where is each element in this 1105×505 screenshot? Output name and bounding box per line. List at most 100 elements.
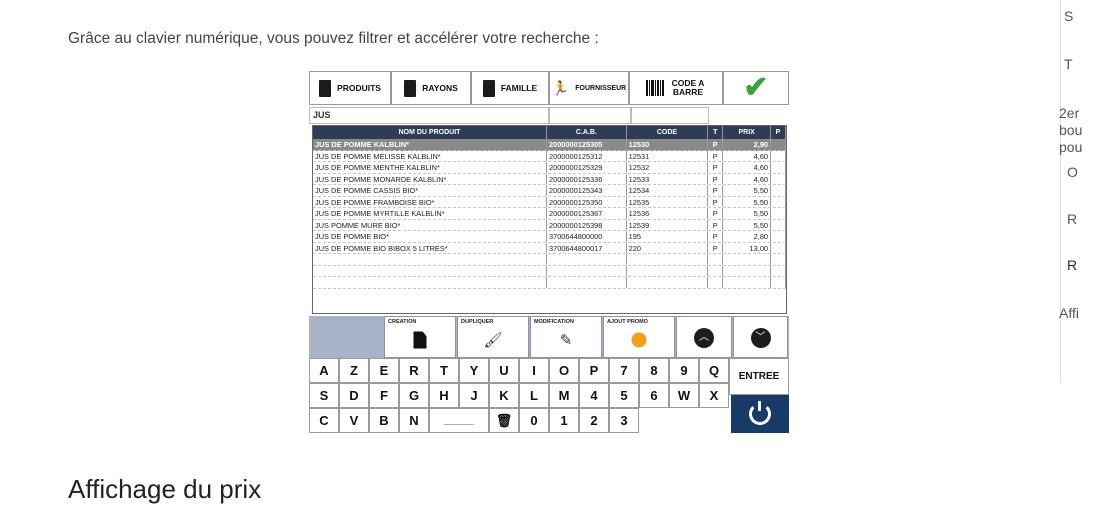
validate-button[interactable]: ✔ [723,71,789,105]
key-s[interactable]: S [309,383,339,408]
cell-t: P [708,208,724,219]
col-header-name[interactable]: NOM DU PRODUIT [313,126,547,139]
cell-cab: 2000000125367 [547,208,627,219]
key-j[interactable]: J [459,383,489,408]
space-key[interactable]: ______ [429,408,489,433]
key-y[interactable]: Y [459,358,489,383]
key-9[interactable]: 9 [669,358,699,383]
key-a[interactable]: A [309,358,339,383]
table-row[interactable]: JUS DE POMME MENTHE KALBLIN* 200000012532… [313,162,786,174]
key-u[interactable]: U [489,358,519,383]
toc-item[interactable]: O [1067,164,1078,181]
key-q[interactable]: Q [699,358,729,383]
key-n[interactable]: N [399,408,429,433]
key-5[interactable]: 5 [609,383,639,408]
key-p[interactable]: P [579,358,609,383]
toc-item[interactable]: S [1064,8,1073,25]
cell-cab: 3700644800000 [547,231,627,242]
delivery-person-icon: 🏃 [551,79,570,96]
key-e[interactable]: E [369,358,399,383]
entree-button[interactable]: ENTREE [729,358,789,395]
toc-item[interactable]: T [1064,56,1073,73]
cab-filter-input[interactable] [549,107,631,124]
key-0[interactable]: 0 [519,408,549,433]
trash-icon[interactable]: 🗑 [489,408,519,433]
cell-prix: 2,90 [723,139,772,150]
col-header-prix[interactable]: PRIX [723,126,772,139]
toc-item[interactable]: Affi [1059,305,1079,322]
table-row[interactable]: JUS DE POMME BIO BIBOX 5 LITRES* 37006448… [313,242,786,254]
book-icon [319,79,332,97]
col-header-code[interactable]: CODE [627,126,709,139]
key-7[interactable]: 7 [609,358,639,383]
table-of-contents: S T 2er bou pou O R R Affi [1059,0,1105,383]
cell-code: 12536 [627,208,709,219]
key-b[interactable]: B [369,408,399,433]
code-barre-button[interactable]: CODE A BARRE [629,71,723,105]
cell-p [771,139,786,150]
famille-button[interactable]: FAMILLE [471,71,549,105]
fournisseur-button[interactable]: 🏃 FOURNISSEUR [549,71,629,105]
table-row-selected[interactable]: JUS DE POMME KALBLIN* 2000000125305 12530 P… [313,139,786,151]
cell-empty [547,265,627,276]
key-2[interactable]: 2 [579,408,609,433]
cell-empty [627,254,709,265]
key-8[interactable]: 8 [639,358,669,383]
key-i[interactable]: I [519,358,549,383]
table-row[interactable]: JUS DE POMME MYRTILLE KALBLIN* 2000000125… [313,208,786,220]
cell-t: P [708,219,724,230]
key-g[interactable]: G [399,383,429,408]
dupliquer-button[interactable]: DUPLIQUER 🖌 [457,316,529,358]
ajout-promo-button[interactable]: AJOUT PROMO [603,316,675,358]
table-row[interactable]: JUS DE POMME MONARDE KALBLIN* 20000001253… [313,173,786,185]
col-header-t[interactable]: T [708,126,724,139]
pos-product-search-screenshot: PRODUITS RAYONS FAMILLE 🏃 FOURNISSEUR CO… [309,71,789,433]
key-1[interactable]: 1 [549,408,579,433]
key-r[interactable]: R [399,358,429,383]
col-header-cab[interactable]: C.A.B. [547,126,627,139]
barcode-icon [646,80,664,96]
cell-empty [708,254,724,265]
key-z[interactable]: Z [339,358,369,383]
table-row[interactable]: JUS POMME MURE BIO* 2000000125398 12539 P 5,… [313,219,786,231]
table-row[interactable]: JUS DE POMME BIO* 3700644800000 195 P 2,80 [313,231,786,243]
table-row[interactable]: JUS DE POMME FRAMBOISE BIO* 2000000125350… [313,196,786,208]
key-3[interactable]: 3 [609,408,639,433]
key-h[interactable]: H [429,383,459,408]
key-l[interactable]: L [519,383,549,408]
key-6[interactable]: 6 [639,383,669,408]
produits-button[interactable]: PRODUITS [309,71,391,105]
key-m[interactable]: M [549,383,579,408]
table-row[interactable]: JUS DE POMME CASSIS BIO* 2000000125343 125… [313,185,786,197]
col-header-p[interactable]: P [771,126,786,139]
search-input[interactable]: JUS [309,107,549,124]
key-w[interactable]: W [669,383,699,408]
toc-item[interactable]: R [1067,211,1077,228]
table-row[interactable]: JUS DE POMME MELISSE KALBLIN* 20000001253… [313,150,786,162]
key-4[interactable]: 4 [579,383,609,408]
scroll-down-button[interactable]: ﹀ [733,316,788,358]
cell-empty [708,277,724,288]
cell-empty [627,265,709,276]
cell-empty [723,277,772,288]
cell-code: 12534 [627,185,709,196]
key-t[interactable]: T [429,358,459,383]
creation-button[interactable]: CREATION [384,316,456,358]
rayons-button[interactable]: RAYONS [391,71,471,105]
modification-button[interactable]: MODIFICATION ✎ [530,316,602,358]
key-f[interactable]: F [369,383,399,408]
key-x[interactable]: X [699,383,729,408]
cell-code: 12532 [627,162,709,173]
pencil-icon: ✎ [559,332,573,349]
power-button[interactable] [731,395,789,433]
search-row: JUS [309,107,789,124]
code-filter-input[interactable] [631,107,709,124]
key-d[interactable]: D [339,383,369,408]
toc-item-active[interactable]: R [1067,257,1077,274]
scroll-up-button[interactable]: ︿ [676,316,732,358]
key-c[interactable]: C [309,408,339,433]
key-v[interactable]: V [339,408,369,433]
cell-cab: 2000000125329 [547,162,627,173]
key-o[interactable]: O [549,358,579,383]
key-k[interactable]: K [489,383,519,408]
